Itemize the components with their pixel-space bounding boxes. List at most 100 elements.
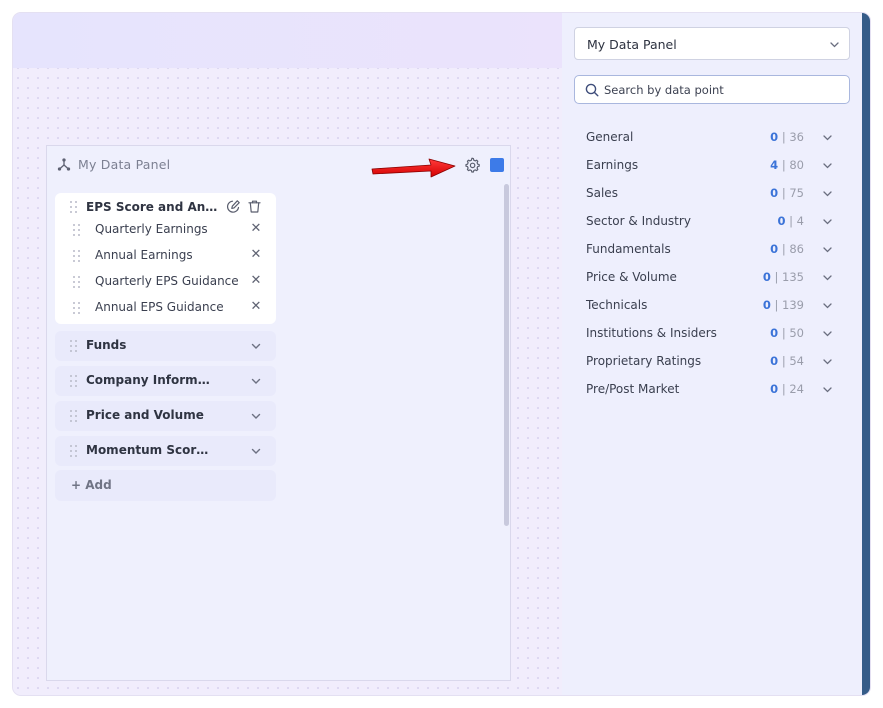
category-sales[interactable]: Sales 0 | 75 [574, 181, 850, 205]
chevron-down-icon[interactable] [822, 356, 833, 367]
category-count: 0 | 4 [777, 214, 804, 228]
selected-count: 0 [777, 214, 786, 228]
drag-handle-icon[interactable] [73, 276, 81, 288]
chevron-down-icon[interactable] [250, 340, 262, 352]
drag-handle-icon[interactable] [70, 410, 78, 422]
total-count: | 4 [789, 214, 804, 228]
red-arrow-annotation-icon [371, 158, 456, 178]
selected-count: 0 [762, 270, 771, 284]
list-item[interactable]: Annual EPS Guidance ✕ [55, 296, 276, 320]
drag-handle-icon[interactable] [70, 201, 78, 213]
selected-count: 0 [770, 354, 779, 368]
total-count: | 139 [774, 298, 804, 312]
remove-x-icon[interactable]: ✕ [249, 248, 263, 262]
category-label: Earnings [586, 158, 639, 172]
drag-handle-icon[interactable] [73, 250, 81, 262]
chevron-down-icon[interactable] [250, 410, 262, 422]
category-count: 4 | 80 [770, 158, 804, 172]
group-momentum-scores[interactable]: Momentum Scores and Ratings [55, 436, 276, 466]
drag-handle-icon[interactable] [73, 302, 81, 314]
chevron-down-icon[interactable] [822, 188, 833, 199]
window-edge [862, 13, 870, 695]
list-item[interactable]: Quarterly EPS Guidance ✕ [55, 270, 276, 294]
edit-icon[interactable] [226, 199, 241, 214]
selected-count: 0 [770, 130, 779, 144]
search-icon [585, 83, 599, 97]
total-count: | 75 [781, 186, 804, 200]
chevron-down-icon [830, 42, 839, 48]
chevron-down-icon[interactable] [822, 132, 833, 143]
category-count: 0 | 24 [770, 382, 804, 396]
selected-count: 0 [770, 326, 779, 340]
chevron-down-icon[interactable] [822, 272, 833, 283]
selected-count: 0 [770, 382, 779, 396]
data-panel-header[interactable]: My Data Panel [47, 146, 510, 184]
chevron-down-icon[interactable] [822, 244, 833, 255]
selected-count: 0 [770, 186, 779, 200]
drag-handle-icon[interactable] [70, 340, 78, 352]
list-item[interactable]: Annual Earnings ✕ [55, 244, 276, 268]
category-proprietary-ratings[interactable]: Proprietary Ratings 0 | 54 [574, 349, 850, 373]
drag-handle-icon[interactable] [70, 375, 78, 387]
add-label: + Add [71, 478, 112, 492]
panel-title: My Data Panel [78, 157, 171, 172]
list-item-label: Quarterly Earnings [95, 222, 208, 236]
list-item[interactable]: Quarterly Earnings ✕ [55, 218, 276, 242]
total-count: | 24 [781, 382, 804, 396]
category-sector-industry[interactable]: Sector & Industry 0 | 4 [574, 209, 850, 233]
move-handle-icon[interactable] [57, 158, 71, 172]
group-title: Company Information [86, 373, 214, 387]
group-company-information[interactable]: Company Information [55, 366, 276, 396]
group-price-and-volume[interactable]: Price and Volume [55, 401, 276, 431]
category-count: 0 | 86 [770, 242, 804, 256]
trash-icon[interactable] [247, 199, 262, 214]
category-label: Technicals [586, 298, 648, 312]
panel-select-dropdown[interactable]: My Data Panel [574, 27, 850, 60]
add-group-button[interactable]: + Add [55, 470, 276, 501]
category-label: Sales [586, 186, 618, 200]
app-window: My Data Panel EPS Score and Ann Quarterl… [13, 13, 870, 695]
total-count: | 50 [781, 326, 804, 340]
list-item-label: Annual Earnings [95, 248, 193, 262]
category-label: Sector & Industry [586, 214, 691, 228]
category-fundamentals[interactable]: Fundamentals 0 | 86 [574, 237, 850, 261]
category-pre-post-market[interactable]: Pre/Post Market 0 | 24 [574, 377, 850, 401]
category-count: 0 | 75 [770, 186, 804, 200]
category-earnings[interactable]: Earnings 4 | 80 [574, 153, 850, 177]
search-input[interactable] [604, 80, 839, 99]
category-count: 0 | 36 [770, 130, 804, 144]
panel-scrollbar[interactable] [504, 184, 509, 526]
category-general[interactable]: General 0 | 36 [574, 125, 850, 149]
category-count: 0 | 135 [763, 270, 804, 284]
list-item-label: Quarterly EPS Guidance [95, 274, 239, 288]
category-label: Fundamentals [586, 242, 671, 256]
group-funds[interactable]: Funds [55, 331, 276, 361]
chevron-down-icon[interactable] [822, 300, 833, 311]
chevron-down-icon[interactable] [822, 160, 833, 171]
panel-color-swatch[interactable] [490, 158, 504, 172]
remove-x-icon[interactable]: ✕ [249, 274, 263, 288]
total-count: | 135 [774, 270, 804, 284]
group-title[interactable]: EPS Score and Annual Earnings [86, 200, 218, 214]
chevron-down-icon[interactable] [822, 216, 833, 227]
category-count: 0 | 139 [763, 298, 804, 312]
selected-count: 0 [770, 242, 779, 256]
category-count: 0 | 54 [770, 354, 804, 368]
category-label: Institutions & Insiders [586, 326, 717, 340]
chevron-down-icon[interactable] [250, 375, 262, 387]
chevron-down-icon[interactable] [822, 384, 833, 395]
remove-x-icon[interactable]: ✕ [249, 300, 263, 314]
remove-x-icon[interactable]: ✕ [249, 222, 263, 236]
drag-handle-icon[interactable] [70, 445, 78, 457]
category-label: Proprietary Ratings [586, 354, 702, 368]
category-technicals[interactable]: Technicals 0 | 139 [574, 293, 850, 317]
drag-handle-icon[interactable] [73, 224, 81, 236]
total-count: | 80 [781, 158, 804, 172]
search-box [574, 75, 850, 104]
settings-gear-icon[interactable] [463, 156, 481, 174]
workspace-canvas: My Data Panel EPS Score and Ann Quarterl… [13, 13, 562, 695]
category-price-volume[interactable]: Price & Volume 0 | 135 [574, 265, 850, 289]
chevron-down-icon[interactable] [250, 445, 262, 457]
chevron-down-icon[interactable] [822, 328, 833, 339]
category-institutions-insiders[interactable]: Institutions & Insiders 0 | 50 [574, 321, 850, 345]
